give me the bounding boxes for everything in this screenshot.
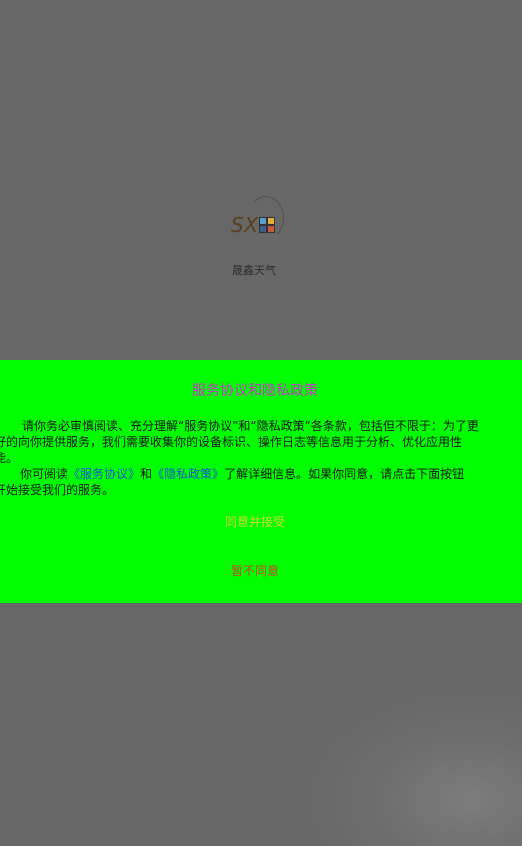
app-logo-icon: SX bbox=[226, 196, 286, 244]
body-line-last: 开始接受我们的服务。 bbox=[0, 483, 115, 497]
app-name: 晟鑫天气 bbox=[232, 264, 276, 277]
body-line-read: 你可阅读《服务协议》和《隐私政策》了解详细信息。如果你同意，请点击下面按钮 bbox=[0, 466, 508, 482]
agree-button[interactable]: 同意并接受 bbox=[170, 510, 340, 534]
body-line-3: 能。 bbox=[0, 451, 19, 465]
dialog-body: 请你务必审慎阅读、充分理解“服务协议”和“隐私政策”各条款，包括但不限于：为了更… bbox=[0, 418, 508, 498]
logo-grid-icon bbox=[259, 217, 275, 233]
and-text: 和 bbox=[140, 467, 153, 481]
privacy-dialog: 服务协议和隐私政策 请你务必审慎阅读、充分理解“服务协议”和“隐私政策”各条款，… bbox=[0, 360, 522, 603]
body-line-1: 请你务必审慎阅读、充分理解“服务协议”和“隐私政策”各条款，包括但不限于：为了更 bbox=[22, 419, 479, 433]
read-suffix: 了解详细信息。如果你同意，请点击下面按钮 bbox=[224, 467, 465, 481]
service-agreement-link[interactable]: 《服务协议》 bbox=[68, 467, 140, 481]
logo-text: SX bbox=[231, 213, 259, 237]
read-prefix: 你可阅读 bbox=[20, 467, 69, 481]
body-line-2: 好的向你提供服务，我们需要收集你的设备标识、操作日志等信息用于分析、优化应用性 bbox=[0, 435, 463, 449]
privacy-policy-link[interactable]: 《隐私政策》 bbox=[152, 467, 224, 481]
decline-button[interactable]: 暂不同意 bbox=[170, 559, 340, 583]
dialog-title: 服务协议和隐私政策 bbox=[192, 383, 318, 399]
